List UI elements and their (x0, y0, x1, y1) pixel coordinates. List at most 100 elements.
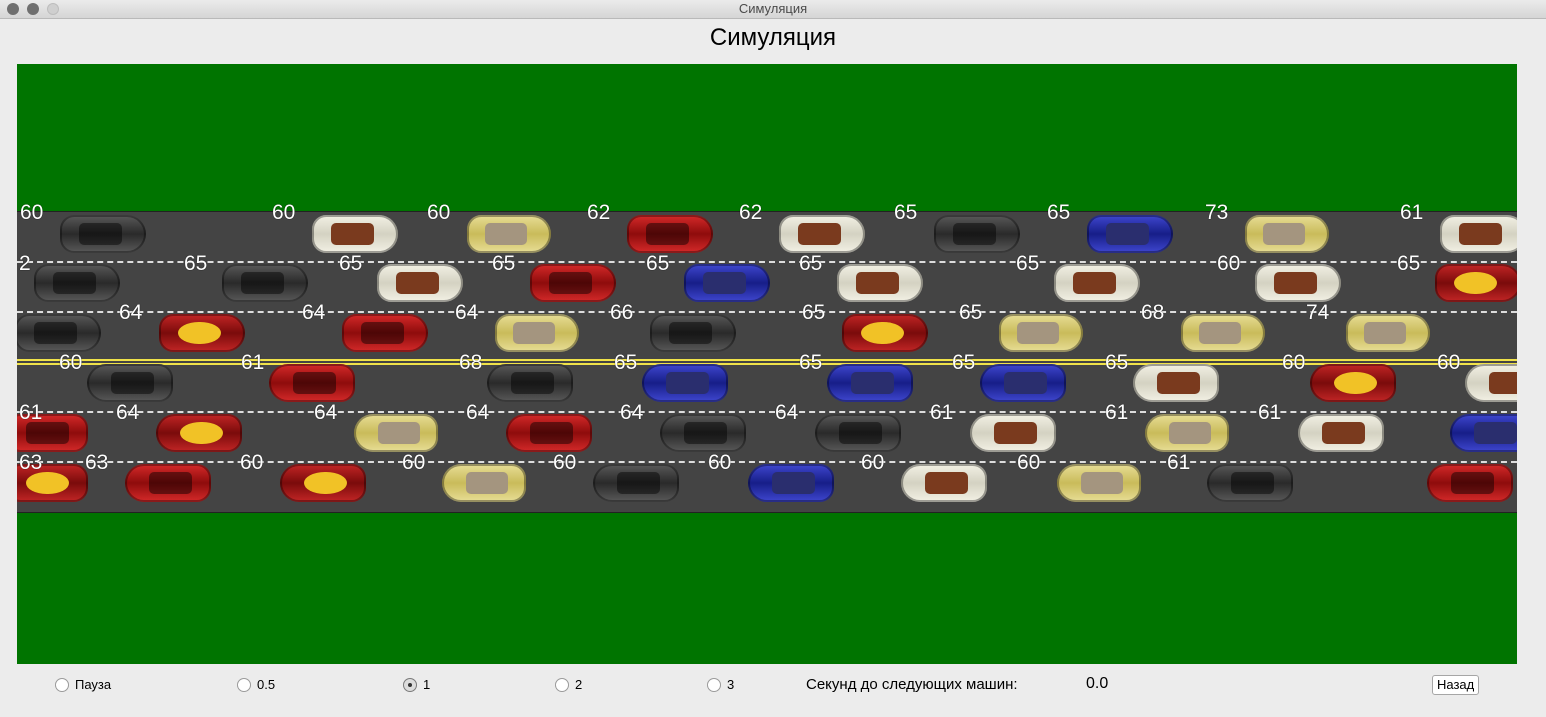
control-panel: Пауза 0.5 1 2 3 Секунд до следующих машин: 0… (0, 664, 1546, 717)
car-blue (1450, 414, 1517, 452)
window-titlebar: Симуляция (0, 0, 1546, 19)
close-window-icon[interactable] (7, 3, 19, 15)
car-speed-label: 60 (1437, 351, 1461, 374)
speed-option-label: 2 (575, 677, 583, 692)
car-speed-label: 65 (799, 252, 823, 275)
car-red (627, 215, 713, 253)
radio-button[interactable] (55, 677, 69, 692)
car-speed-label: 61 (1400, 201, 1424, 224)
car-blue (980, 364, 1066, 402)
car-speed-label: 60 (427, 201, 451, 224)
car-speed-label: 2 (19, 252, 31, 275)
car-blue (642, 364, 728, 402)
car-speed-label: 60 (553, 451, 577, 474)
car-speed-label: 65 (339, 252, 363, 275)
speed-option-0[interactable]: Пауза (55, 677, 111, 692)
simulation-canvas: 60 60 60 62 62 65 65 73 61 2 65 65 65 65 65 65 60 65 64 64 6… (17, 64, 1517, 664)
speed-option-3[interactable]: 2 (555, 677, 582, 692)
car-dark (1207, 464, 1293, 502)
car-dark (660, 414, 746, 452)
radio-button[interactable] (555, 677, 569, 692)
page-title: Симуляция (0, 19, 1546, 57)
car-blue (684, 264, 770, 302)
car-speed-label: 65 (646, 252, 670, 275)
car-dark (17, 314, 101, 352)
car-speed-label: 65 (1047, 201, 1071, 224)
car-dark (815, 414, 901, 452)
car-speed-label: 61 (930, 401, 954, 424)
car-speed-label: 64 (620, 401, 644, 424)
car-blue (1087, 215, 1173, 253)
car-cream (377, 264, 463, 302)
car-gold (1181, 314, 1265, 352)
car-speed-label: 60 (59, 351, 83, 374)
lane-divider (17, 311, 1517, 313)
car-cream (312, 215, 398, 253)
car-taxi (1310, 364, 1396, 402)
car-red (125, 464, 211, 502)
car-cream (1054, 264, 1140, 302)
car-dark (60, 215, 146, 253)
car-red (1427, 464, 1513, 502)
car-gold (354, 414, 438, 452)
car-speed-label: 61 (1167, 451, 1191, 474)
car-speed-label: 65 (952, 351, 976, 374)
car-speed-label: 63 (19, 451, 43, 474)
car-cream (1440, 215, 1517, 253)
car-dark (87, 364, 173, 402)
next-cars-value: 0.0 (1086, 675, 1109, 692)
car-speed-label: 65 (799, 351, 823, 374)
car-speed-label: 65 (1105, 351, 1129, 374)
car-speed-label: 61 (1258, 401, 1282, 424)
speed-option-4[interactable]: 3 (707, 677, 734, 692)
car-speed-label: 65 (1397, 252, 1421, 275)
car-speed-label: 60 (1282, 351, 1306, 374)
car-speed-label: 64 (302, 301, 326, 324)
car-dark (222, 264, 308, 302)
minimize-window-icon[interactable] (27, 3, 39, 15)
car-speed-label: 64 (119, 301, 143, 324)
car-cream (970, 414, 1056, 452)
car-cream (1465, 364, 1517, 402)
car-taxi (159, 314, 245, 352)
car-speed-label: 65 (492, 252, 516, 275)
car-speed-label: 68 (459, 351, 483, 374)
lane-divider (17, 261, 1517, 263)
car-speed-label: 60 (402, 451, 426, 474)
car-speed-label: 64 (116, 401, 140, 424)
car-speed-label: 60 (1217, 252, 1241, 275)
car-dark (593, 464, 679, 502)
car-cream (837, 264, 923, 302)
car-speed-label: 65 (1016, 252, 1040, 275)
car-speed-label: 60 (272, 201, 296, 224)
car-speed-label: 64 (775, 401, 799, 424)
car-red (342, 314, 428, 352)
car-speed-label: 62 (587, 201, 611, 224)
car-speed-label: 60 (20, 201, 44, 224)
car-speed-label: 61 (19, 401, 43, 424)
car-gold (1057, 464, 1141, 502)
car-taxi (1435, 264, 1517, 302)
car-red (530, 264, 616, 302)
car-speed-label: 68 (1141, 301, 1165, 324)
back-button[interactable]: Назад (1432, 675, 1480, 695)
radio-button[interactable] (707, 677, 721, 692)
speed-option-2[interactable]: 1 (403, 677, 430, 692)
car-cream (1298, 414, 1384, 452)
zoom-window-icon[interactable] (47, 3, 59, 15)
car-speed-label: 66 (610, 301, 634, 324)
car-speed-label: 64 (314, 401, 338, 424)
car-blue (827, 364, 913, 402)
car-speed-label: 60 (240, 451, 264, 474)
radio-button[interactable] (237, 677, 251, 692)
car-red (269, 364, 355, 402)
speed-option-1[interactable]: 0.5 (237, 677, 275, 692)
car-gold (442, 464, 526, 502)
car-speed-label: 62 (739, 201, 763, 224)
car-speed-label: 60 (861, 451, 885, 474)
car-gold (1145, 414, 1229, 452)
radio-button[interactable] (403, 677, 417, 692)
car-cream (779, 215, 865, 253)
car-cream (1255, 264, 1341, 302)
lane-divider (17, 411, 1517, 413)
